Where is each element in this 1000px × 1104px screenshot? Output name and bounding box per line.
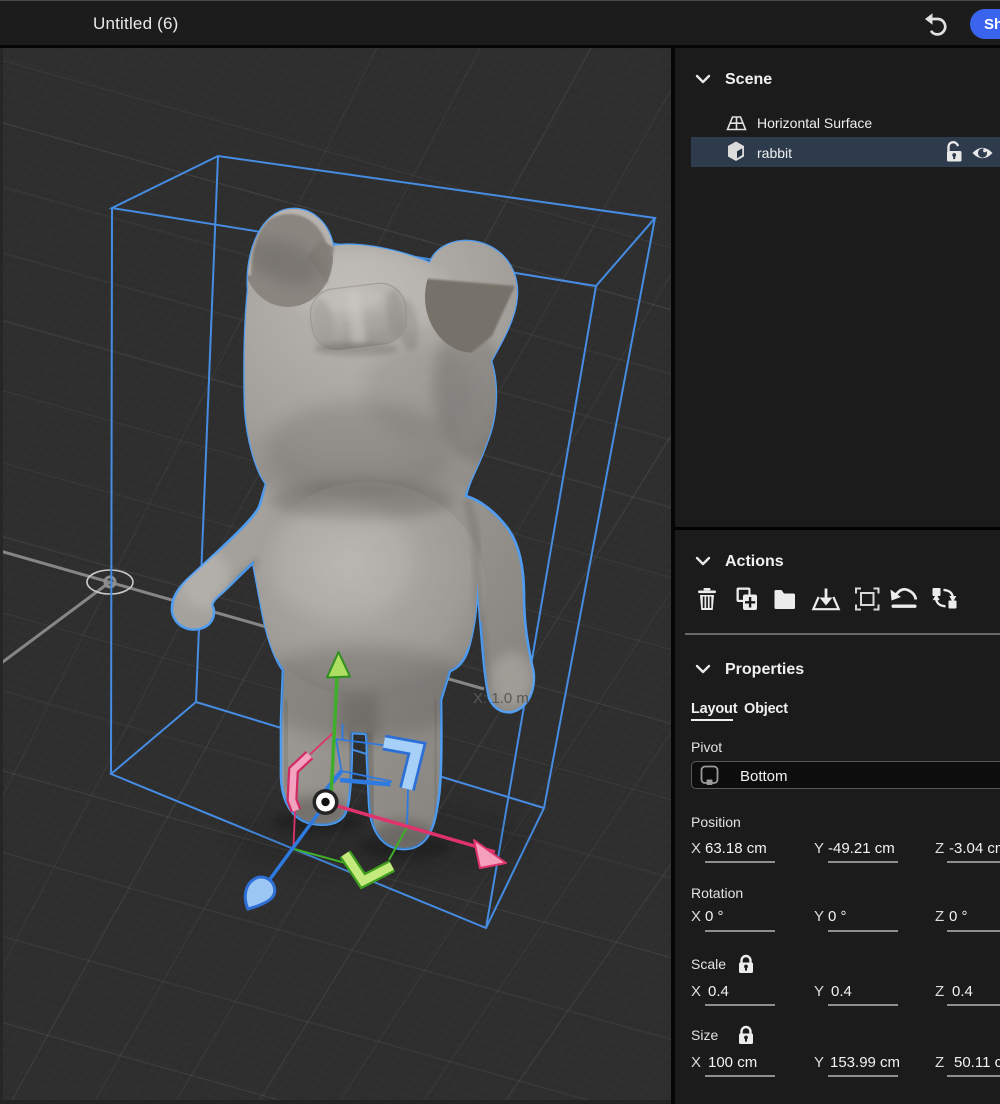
svg-text:X: 1.0 m: X: 1.0 m [473, 690, 529, 707]
